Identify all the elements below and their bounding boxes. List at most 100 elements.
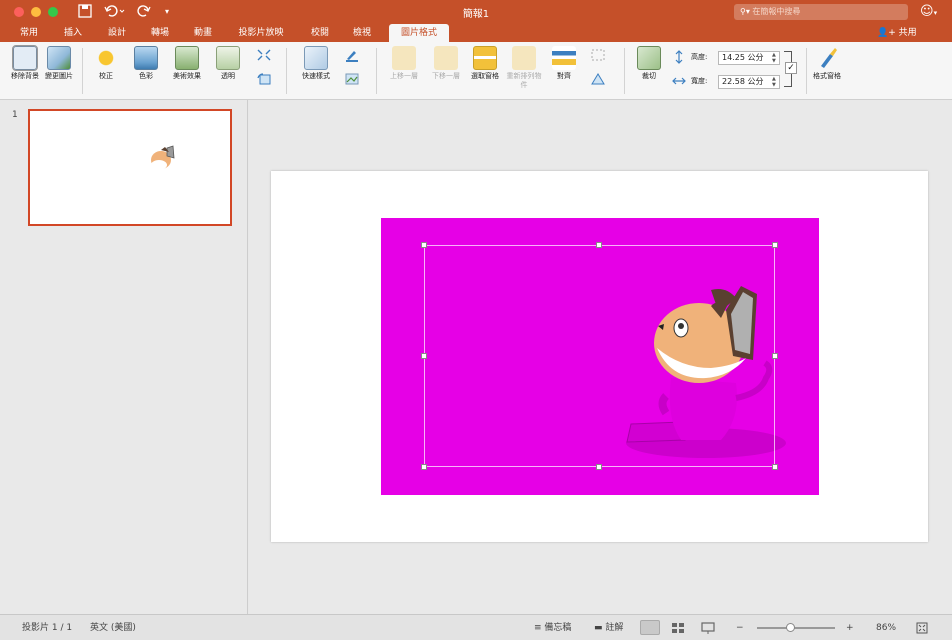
align-button[interactable]: 對齊 bbox=[548, 46, 580, 81]
resize-handle-s[interactable] bbox=[596, 464, 602, 470]
add-person-icon: 👤+ bbox=[877, 28, 899, 38]
notes-button[interactable]: ≡ 備忘稿 bbox=[534, 622, 571, 634]
reorder-objects-button[interactable]: 重新排列物件 bbox=[504, 46, 544, 90]
comments-button[interactable]: ▬ 註解 bbox=[594, 622, 623, 634]
selected-picture[interactable] bbox=[381, 218, 819, 495]
crop-selection-box[interactable] bbox=[424, 245, 775, 467]
separator bbox=[286, 48, 287, 94]
group-icon[interactable] bbox=[590, 48, 606, 62]
color-picture-icon bbox=[134, 46, 158, 70]
send-backward-label: 下移一層 bbox=[432, 72, 460, 80]
width-label: 寬度: bbox=[691, 77, 708, 85]
separator bbox=[624, 48, 625, 94]
resize-handle-n[interactable] bbox=[596, 242, 602, 248]
status-bar: 投影片 1 / 1 英文 (美國) ≡ 備忘稿 ▬ 註解 − + 86% bbox=[0, 614, 952, 640]
quick-styles-label: 快速樣式 bbox=[302, 72, 330, 80]
width-icon bbox=[672, 74, 688, 88]
language-status[interactable]: 英文 (美國) bbox=[90, 622, 136, 634]
rotate-icon[interactable] bbox=[590, 72, 606, 86]
lock-aspect-checkbox[interactable]: ✓ bbox=[785, 62, 797, 74]
slide-thumbnails-pane: 1 bbox=[0, 100, 248, 614]
format-pane-button[interactable]: 格式窗格 bbox=[812, 46, 842, 81]
zoom-in-button[interactable]: + bbox=[846, 622, 854, 634]
zoom-slider[interactable] bbox=[757, 627, 835, 629]
resize-handle-nw[interactable] bbox=[421, 242, 427, 248]
crop-button[interactable]: 裁切 bbox=[632, 46, 666, 81]
resize-handle-ne[interactable] bbox=[772, 242, 778, 248]
resize-handle-se[interactable] bbox=[772, 464, 778, 470]
transparency-label: 透明 bbox=[221, 72, 235, 80]
send-backward-button[interactable]: 下移一層 bbox=[426, 46, 466, 81]
zoom-out-button[interactable]: − bbox=[736, 622, 744, 634]
compress-pictures-icon[interactable] bbox=[256, 48, 272, 62]
remove-background-icon bbox=[12, 45, 38, 71]
search-input[interactable]: ⚲▾ 在簡報中搜尋 bbox=[734, 4, 908, 20]
resize-handle-sw[interactable] bbox=[421, 464, 427, 470]
slide-canvas[interactable] bbox=[271, 171, 928, 542]
bring-forward-label: 上移一層 bbox=[390, 72, 418, 80]
selection-pane-button[interactable]: 選取窗格 bbox=[470, 46, 500, 81]
resize-handle-e[interactable] bbox=[772, 353, 778, 359]
reorder-objects-label: 重新排列物件 bbox=[506, 72, 542, 89]
align-icon bbox=[552, 46, 576, 70]
height-stepper[interactable]: ▲ ▼ bbox=[772, 52, 778, 64]
align-label: 對齊 bbox=[557, 72, 571, 80]
crop-label: 裁切 bbox=[642, 72, 656, 80]
remove-background-button[interactable]: 移除背景 bbox=[10, 45, 40, 81]
picture-border-icon[interactable] bbox=[344, 48, 360, 62]
reset-picture-icon[interactable] bbox=[256, 72, 272, 86]
tab-review[interactable]: 校閱 bbox=[305, 24, 335, 42]
tab-slideshow[interactable]: 投影片放映 bbox=[230, 24, 292, 42]
tab-view[interactable]: 檢視 bbox=[347, 24, 377, 42]
transparency-icon bbox=[216, 46, 240, 70]
ribbon: 移除背景 變更圖片 校正 色彩 美術效果 透明 快速樣式 上移一層 下移一層 選… bbox=[0, 42, 952, 100]
quick-styles-button[interactable]: 快速樣式 bbox=[296, 46, 336, 81]
slide-count: 投影片 1 / 1 bbox=[22, 623, 73, 633]
crop-icon bbox=[637, 46, 661, 70]
corrections-label: 校正 bbox=[99, 72, 113, 80]
search-placeholder: 在簡報中搜尋 bbox=[752, 7, 801, 16]
color-button[interactable]: 色彩 bbox=[130, 46, 162, 81]
change-picture-label: 變更圖片 bbox=[45, 72, 73, 80]
artistic-effects-icon bbox=[175, 46, 199, 70]
smiley-icon[interactable]: ☺︎▾ bbox=[920, 4, 937, 21]
change-picture-button[interactable]: 變更圖片 bbox=[44, 46, 74, 81]
search-icon: ⚲▾ bbox=[740, 7, 753, 16]
notes-icon: ≡ bbox=[534, 623, 545, 633]
zoom-level[interactable]: 86% bbox=[876, 622, 896, 634]
comments-label: 註解 bbox=[605, 623, 624, 633]
tab-animations[interactable]: 動畫 bbox=[188, 24, 218, 42]
sun-icon bbox=[94, 46, 118, 70]
reorder-objects-icon bbox=[512, 46, 536, 70]
quick-styles-icon bbox=[304, 46, 328, 70]
notes-label: 備忘稿 bbox=[544, 623, 572, 633]
thumbnail-cat-image bbox=[151, 145, 175, 170]
tab-insert[interactable]: 插入 bbox=[58, 24, 88, 42]
fit-window-icon[interactable] bbox=[916, 622, 928, 638]
share-label: 共用 bbox=[898, 28, 917, 38]
width-stepper[interactable]: ▲ ▼ bbox=[772, 76, 778, 88]
ribbon-tabs: 常用 插入 設計 轉場 動畫 投影片放映 校閱 檢視 圖片格式 👤+ 共用 bbox=[0, 24, 952, 43]
picture-effects-icon[interactable] bbox=[344, 72, 360, 86]
corrections-button[interactable]: 校正 bbox=[90, 46, 122, 81]
height-label: 高度: bbox=[691, 53, 708, 61]
tab-design[interactable]: 設計 bbox=[102, 24, 132, 42]
artistic-effects-label: 美術效果 bbox=[173, 72, 201, 80]
transparency-button[interactable]: 透明 bbox=[212, 46, 244, 81]
artistic-effects-button[interactable]: 美術效果 bbox=[168, 46, 206, 81]
bring-forward-button[interactable]: 上移一層 bbox=[384, 46, 424, 81]
normal-view-button[interactable] bbox=[640, 620, 660, 635]
slide-sorter-button[interactable] bbox=[668, 620, 688, 635]
zoom-slider-knob[interactable] bbox=[786, 623, 795, 632]
width-field[interactable]: 22.58 公分 bbox=[718, 75, 780, 89]
height-field[interactable]: 14.25 公分 bbox=[718, 51, 780, 65]
tab-picture-format[interactable]: 圖片格式 bbox=[389, 24, 449, 43]
reading-view-button[interactable] bbox=[698, 620, 718, 635]
resize-handle-w[interactable] bbox=[421, 353, 427, 359]
share-button[interactable]: 👤+ 共用 bbox=[877, 24, 917, 42]
change-picture-icon bbox=[47, 46, 71, 70]
tab-transitions[interactable]: 轉場 bbox=[145, 24, 175, 42]
tab-home[interactable]: 常用 bbox=[14, 24, 44, 42]
slide-thumbnail[interactable] bbox=[28, 109, 232, 226]
format-pane-label: 格式窗格 bbox=[813, 72, 841, 80]
